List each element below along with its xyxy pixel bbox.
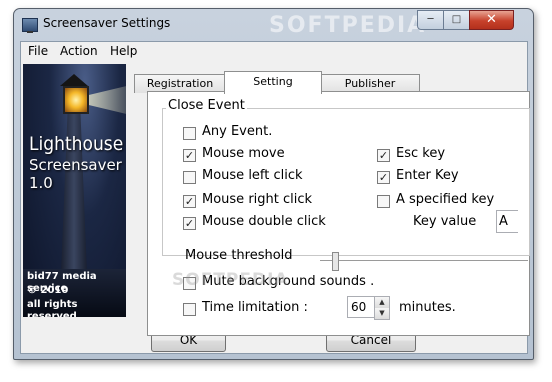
banner-rights: all rights reserved	[27, 299, 78, 317]
time-limitation-checkbox[interactable]	[183, 303, 196, 316]
mouse-right-click-label: Mouse right click	[202, 192, 313, 207]
close-event-label: Close Event	[166, 98, 247, 113]
lighthouse-lamp	[63, 86, 89, 114]
watermark: SOFTPEDIA	[269, 13, 427, 38]
lighthouse-banner: Lighthouse Screensaver 1.0 bid77 media s…	[23, 64, 126, 317]
any-event-checkbox[interactable]	[183, 127, 196, 140]
mouse-left-click-label: Mouse left click	[202, 168, 303, 183]
esc-key-checkbox[interactable]: ✓	[377, 149, 390, 162]
key-value-input[interactable]: A	[496, 210, 518, 233]
any-event-label: Any Event.	[202, 124, 273, 139]
esc-key-label: Esc key	[396, 146, 446, 161]
enter-key-label: Enter Key	[396, 168, 459, 183]
mouse-threshold-label: Mouse threshold	[185, 248, 293, 263]
lighthouse-roof	[60, 74, 88, 86]
enter-key-checkbox[interactable]: ✓	[377, 171, 390, 184]
title-bar[interactable]: Screensaver Settings SOFTPEDIA ─ □ ✕	[14, 9, 533, 39]
banner-subtitle: Screensaver 1.0	[29, 156, 122, 192]
specified-key-checkbox[interactable]	[377, 195, 390, 208]
close-button[interactable]: ✕	[469, 10, 514, 30]
mouse-threshold-thumb[interactable]	[332, 252, 340, 271]
minimize-button[interactable]: ─	[417, 10, 444, 30]
client-area: File Action Help Lighthouse Screensaver …	[20, 41, 530, 354]
window-title: Screensaver Settings	[43, 16, 171, 30]
spin-down-arrow-icon[interactable]: ▼	[375, 308, 389, 319]
app-window: Screensaver Settings SOFTPEDIA ─ □ ✕ Fil…	[13, 8, 534, 360]
key-value-label: Key value	[413, 214, 477, 229]
maximize-button[interactable]: □	[443, 10, 470, 30]
time-unit-label: minutes.	[399, 300, 456, 315]
time-limitation-input[interactable]: 60	[347, 296, 376, 318]
panel-watermark: SOFTPEDIA	[172, 270, 289, 290]
monitor-icon	[22, 18, 38, 33]
specified-key-label: A specified key	[396, 192, 495, 207]
time-limitation-spinner: ▲ ▼	[374, 296, 390, 320]
menu-action[interactable]: Action	[60, 44, 98, 58]
mouse-double-click-checkbox[interactable]: ✓	[183, 217, 196, 230]
mouse-move-checkbox[interactable]: ✓	[183, 149, 196, 162]
mouse-right-click-checkbox[interactable]: ✓	[183, 195, 196, 208]
banner-year: © 2010	[27, 285, 69, 296]
mouse-double-click-label: Mouse double click	[202, 214, 326, 229]
menu-help[interactable]: Help	[110, 44, 137, 58]
menu-bar: File Action Help	[21, 42, 527, 61]
mouse-left-click-checkbox[interactable]	[183, 171, 196, 184]
light-beam	[83, 82, 126, 118]
mouse-threshold-track[interactable]	[320, 260, 528, 262]
settings-panel: Close Event Any Event. ✓ Mouse move Mous…	[147, 91, 530, 336]
time-limitation-label: Time limitation :	[202, 300, 308, 315]
tab-setting[interactable]: Setting	[224, 71, 322, 94]
menu-file[interactable]: File	[28, 44, 48, 58]
banner-title: Lighthouse	[29, 133, 124, 155]
mouse-move-label: Mouse move	[202, 146, 285, 161]
